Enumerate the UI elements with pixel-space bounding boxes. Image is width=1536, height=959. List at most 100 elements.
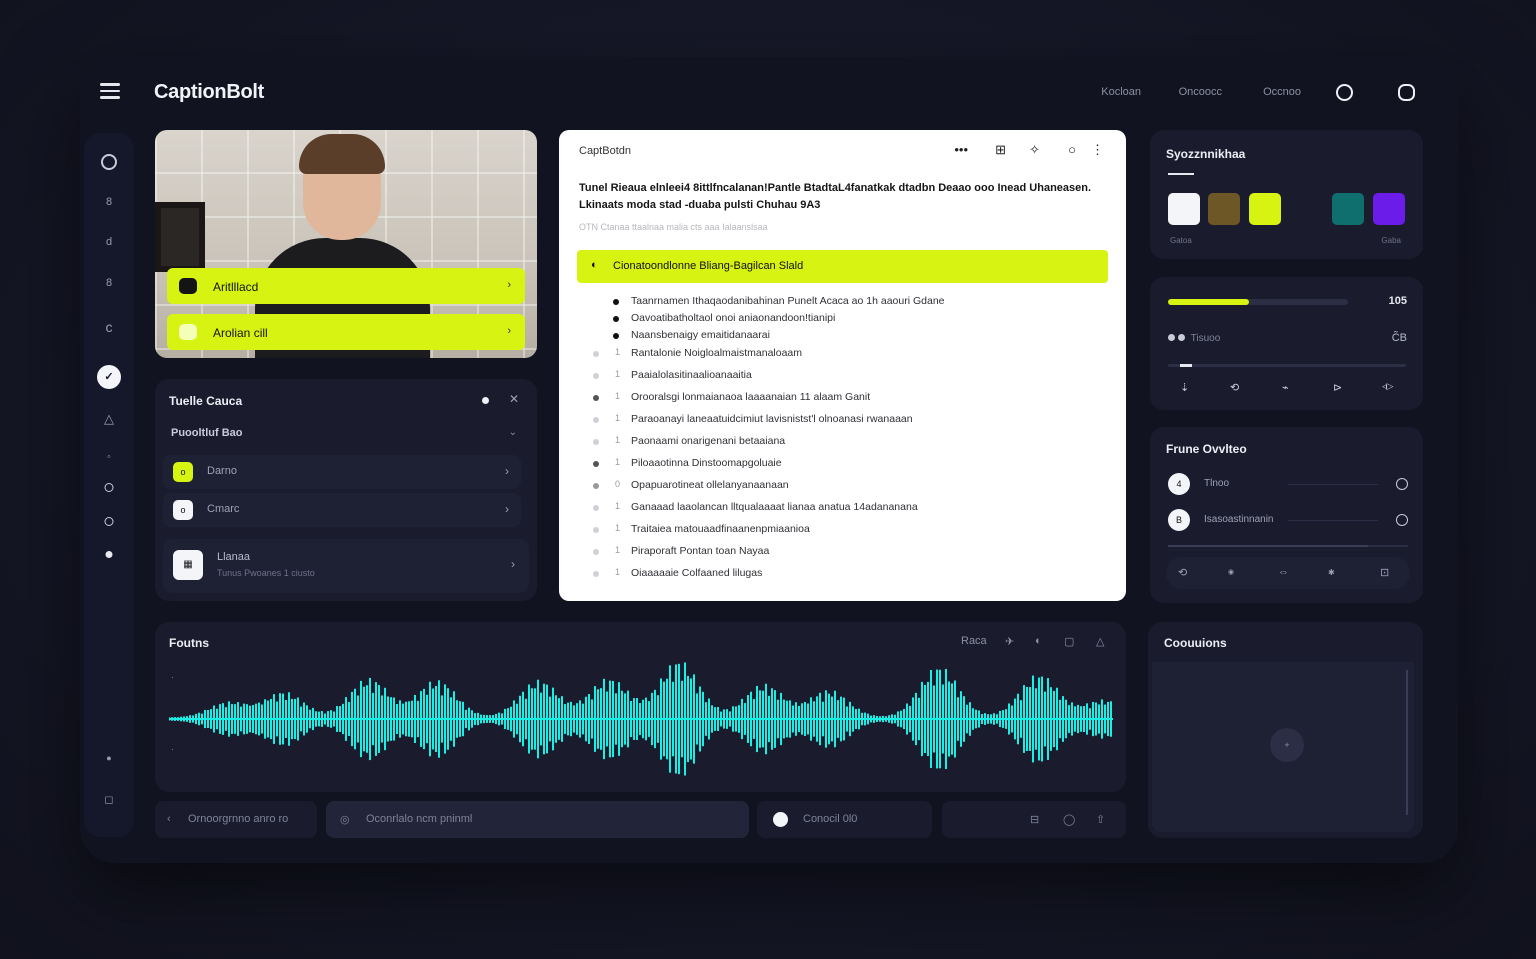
color-swatch[interactable] (1249, 193, 1281, 225)
rail-circle-icon-1[interactable] (104, 483, 114, 492)
contrast-icon[interactable]: ◐ (1035, 635, 1042, 647)
close-icon[interactable]: ✕ (509, 392, 519, 406)
rail-item-2-icon[interactable]: 8 (106, 196, 112, 208)
rail-circle-icon-2[interactable] (104, 517, 114, 526)
download-icon[interactable]: ⇣ (1180, 381, 1189, 394)
magic-icon[interactable]: ✧ (1029, 142, 1040, 158)
camera-icon[interactable]: ⊡ (1380, 566, 1389, 579)
chevron-down-icon[interactable]: ⌄ (509, 427, 517, 438)
transcript-line[interactable]: 1 Piraporaft Pontan toan Nayaa (593, 545, 1093, 559)
audio-waveform[interactable] (169, 660, 1113, 778)
rail-refresh-icon[interactable]: c (106, 319, 113, 335)
wall-frame (155, 202, 205, 272)
line-number: 1 (615, 545, 621, 555)
transcript-line[interactable]: 1 Oiaaaaaie Colfaaned lilugas (593, 567, 1093, 581)
line-text: Traitaiea matouaadfinaanenpmiaanioa (631, 523, 810, 535)
record-icon[interactable]: ◯ (1063, 813, 1075, 826)
record-icon[interactable]: ◉ (1228, 568, 1234, 576)
rail-triangle-icon[interactable]: △ (104, 411, 114, 427)
list-item[interactable]: o Darno › (163, 455, 521, 489)
pulse-icon[interactable]: ⌁ (1282, 381, 1289, 394)
transcript-line[interactable]: Oavoatibatholtaol onoi aniaonandoon!tian… (593, 312, 1093, 326)
top-nav-link-1[interactable]: Kocloan (1101, 86, 1141, 98)
device-controls: ⟲ ◉ ⇔ ✱ ⊡ (1166, 557, 1410, 589)
export-icon[interactable]: ⊟ (1030, 813, 1039, 826)
caption-marker-icon: ◐ (591, 259, 598, 271)
bullet-icon (593, 373, 599, 379)
more-icon[interactable]: ••• (954, 142, 968, 157)
list-item[interactable]: o Cmarc › (163, 493, 521, 527)
hamburger-menu-icon[interactable] (100, 83, 120, 99)
slider-handle[interactable] (1179, 364, 1192, 367)
transcript-line[interactable]: 1 Paraoanayi laneaatuidcimiut lavisnistst… (593, 413, 1093, 427)
line-number: 1 (615, 567, 621, 577)
transcript-line[interactable]: Taanrnamen Ithaqaodanibahinan Punelt Aca… (593, 295, 1093, 309)
color-swatch[interactable] (1332, 193, 1364, 225)
video-preview[interactable]: Aritlllacd › Arolian cill › (155, 130, 537, 358)
notifications-icon[interactable] (1336, 84, 1353, 101)
bullet-icon (593, 417, 599, 423)
skip-icon[interactable]: ◃▷ (1382, 381, 1393, 392)
transcript-line[interactable]: 1 Piloaaotinna Dinstoomapgoluaie (593, 457, 1093, 471)
highlighted-caption-line[interactable]: ◐ Cionatoondlonne Bliang-Bagilcan Slald (577, 250, 1108, 283)
rail-dot-icon[interactable] (105, 551, 113, 558)
rail-active-check-icon[interactable]: ✓ (97, 365, 121, 389)
timeline-slider[interactable] (1168, 364, 1406, 367)
bottom-actions: ⊟ ◯ ⇧ (942, 801, 1126, 838)
progress-bar[interactable] (1168, 299, 1348, 305)
rail-logout-icon[interactable]: ◻ (104, 793, 113, 806)
transcript-line[interactable]: 1 Paaialolasitinaalioanaaitia (593, 369, 1093, 383)
transcript-line[interactable]: 1 Traitaiea matouaadfinaanenpmiaanioa (593, 523, 1093, 537)
line-text: Oiaaaaaie Colfaaned lilugas (631, 567, 763, 579)
panel-title: Foutns (169, 636, 209, 650)
profile-icon[interactable] (1398, 84, 1415, 101)
chevron-right-icon: › (511, 557, 515, 571)
scrollbar[interactable] (1406, 670, 1408, 815)
video-action-button-2[interactable]: Arolian cill › (167, 314, 525, 350)
refresh-icon[interactable]: ⟲ (1178, 566, 1187, 579)
waveform-tool-label[interactable]: Raca (961, 635, 987, 647)
kebab-menu-icon[interactable]: ⋮ (1091, 142, 1104, 158)
top-nav-link-2[interactable]: Oncoocc (1179, 86, 1222, 98)
caption-status-pill[interactable]: ‹ Ornoorgrnno anro ro (155, 801, 317, 838)
rail-item-3-icon[interactable]: d (106, 236, 112, 248)
transcript-line[interactable]: 1 Rantalonie Noigloalmaistmanaloaam (593, 347, 1093, 361)
radio-button[interactable] (1396, 514, 1408, 526)
swap-icon[interactable]: ⇔ (1278, 566, 1289, 578)
document-meta: OTN Ctanaa ttaalnaa malia cts aaa Ialaan… (579, 222, 768, 232)
square-icon[interactable]: ▢ (1064, 635, 1074, 648)
line-text: Paonaami onarigenani betaaiana (631, 435, 786, 447)
line-number: 0 (615, 479, 621, 489)
play-icon[interactable]: ⊳ (1333, 381, 1342, 394)
video-action-button-1[interactable]: Aritlllacd › (167, 268, 525, 304)
layout-icon[interactable]: ⊞ (995, 142, 1006, 158)
add-caption-button[interactable]: + (1270, 728, 1304, 762)
color-swatch[interactable] (1168, 193, 1200, 225)
settings-icon[interactable]: ✱ (1328, 568, 1335, 577)
send-icon[interactable]: ✈ (1005, 635, 1014, 648)
rail-small-icon[interactable]: ◦ (107, 451, 111, 463)
rail-item-4-icon[interactable]: 8 (106, 277, 112, 289)
caption-search-field[interactable]: ◎ Oconrlalo ncm pninml (326, 801, 749, 838)
rail-settings-icon[interactable]: ● (106, 753, 111, 763)
transcript-line[interactable]: 1 Paonaami onarigenani betaaiana (593, 435, 1093, 449)
transcript-line[interactable]: Naansbenaigy emaitidanaarai (593, 329, 1093, 343)
share-icon[interactable]: ⇧ (1096, 813, 1105, 826)
warning-icon[interactable]: △ (1096, 635, 1104, 648)
radio-button[interactable] (1396, 478, 1408, 490)
transcript-line[interactable]: 0 Opapuarotineat ollelanyanaanaan (593, 479, 1093, 493)
loop-icon[interactable]: ⟲ (1230, 381, 1239, 394)
device-row[interactable]: B Isasoastinnanin (1168, 509, 1408, 533)
color-swatch[interactable] (1208, 193, 1240, 225)
device-row[interactable]: 4 Tlnoo (1168, 473, 1408, 497)
rail-home-icon[interactable] (101, 154, 117, 170)
line-text: Oavoatibatholtaol onoi aniaonandoon!tian… (631, 312, 836, 324)
status-pill[interactable]: Conocil 0l0 (757, 801, 932, 838)
circle-icon[interactable]: ○ (1068, 142, 1076, 157)
top-nav-link-3[interactable]: Occnoo (1263, 86, 1301, 98)
template-list-item[interactable]: ▦ Llanaa Tunus Pwoanes 1 ciusto › (163, 539, 529, 593)
transcript-line[interactable]: 1 Orooralsgi lonmaianaoa laaaanaian 11 al… (593, 391, 1093, 405)
line-number: 1 (615, 457, 621, 467)
color-swatch[interactable] (1373, 193, 1405, 225)
transcript-line[interactable]: 1 Ganaaad laaolancan lltqualaaaat lianaa … (593, 501, 1093, 515)
